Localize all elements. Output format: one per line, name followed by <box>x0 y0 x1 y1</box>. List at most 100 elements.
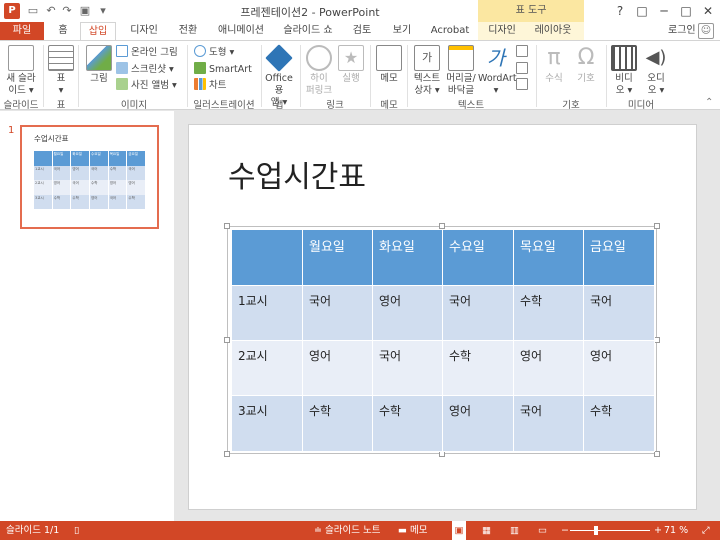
table-header-cell[interactable]: 목요일 <box>513 229 584 286</box>
resize-handle-bottom-left[interactable] <box>224 451 230 457</box>
maximize-button[interactable]: □ <box>678 3 694 19</box>
online-pictures-button[interactable]: 온라인 그림 <box>116 45 178 61</box>
pictures-button[interactable]: 그림 <box>84 45 114 85</box>
tab-home[interactable]: 홈 <box>48 22 78 40</box>
hyperlink-button[interactable]: 하이 퍼링크 <box>304 45 334 97</box>
zoom-in-button[interactable]: + <box>654 521 662 540</box>
table-cell[interactable]: 수학 <box>372 395 443 452</box>
tab-insert[interactable]: 삽입 <box>80 22 116 40</box>
shapes-icon <box>194 45 206 57</box>
slideshow-view-icon[interactable]: ▭ <box>538 521 547 540</box>
textbox-button[interactable]: 가 텍스트 상자 ▾ <box>410 45 444 97</box>
resize-handle-top-left[interactable] <box>224 223 230 229</box>
slide-sorter-icon[interactable]: ▦ <box>482 521 491 540</box>
shapes-button[interactable]: 도형 ▾ <box>194 45 234 61</box>
normal-view-icon[interactable]: ▣ <box>452 521 466 540</box>
chart-icon <box>194 78 206 90</box>
sign-in-link[interactable]: 로그인 <box>668 22 696 40</box>
date-time-button[interactable] <box>516 45 531 61</box>
close-button[interactable]: ✕ <box>700 3 716 19</box>
notes-button[interactable]: ≐ 슬라이드 노트 <box>314 521 380 540</box>
chart-button[interactable]: 차트 <box>194 78 226 94</box>
table-header-cell[interactable]: 월요일 <box>302 229 373 286</box>
table-cell[interactable]: 수학 <box>302 395 373 452</box>
table-cell[interactable]: 2교시 <box>231 340 303 396</box>
zoom-slider-track[interactable] <box>570 530 650 531</box>
equation-button[interactable]: π 수식 <box>540 45 568 85</box>
wordart-button[interactable]: 가 WordArt ▾ <box>478 45 517 97</box>
undo-icon[interactable]: ↶ <box>44 4 58 18</box>
table-header-cell[interactable]: 화요일 <box>372 229 443 286</box>
start-from-beginning-icon[interactable]: ▣ <box>78 4 92 18</box>
table-cell[interactable]: 영어 <box>302 340 373 396</box>
slide-number-icon <box>516 62 528 74</box>
tab-table-layout[interactable]: 레이아웃 <box>526 22 580 40</box>
fit-slide-icon[interactable]: ⤢ <box>702 521 710 540</box>
customize-toolbar-icon[interactable]: ▾ <box>96 4 110 18</box>
tab-design[interactable]: 디자인 <box>120 22 168 40</box>
table-cell[interactable]: 영어 <box>583 340 655 396</box>
table-cell[interactable]: 국어 <box>513 395 584 452</box>
table-cell[interactable]: 수학 <box>513 285 584 341</box>
slide-number-button[interactable] <box>516 62 531 78</box>
screenshot-button[interactable]: 스크린샷 ▾ <box>116 62 174 78</box>
table-header-cell[interactable]: 금요일 <box>583 229 655 286</box>
table-header-cell[interactable] <box>231 229 303 286</box>
table-cell[interactable]: 국어 <box>302 285 373 341</box>
new-slide-button[interactable]: 새 슬라 이드 ▾ <box>2 45 40 97</box>
smartart-button[interactable]: SmartArt <box>194 62 252 78</box>
table-icon <box>48 45 74 71</box>
table-cell[interactable]: 국어 <box>583 285 655 341</box>
table-cell[interactable]: 국어 <box>372 340 443 396</box>
ribbon-display-options-icon[interactable]: □ <box>634 3 650 19</box>
tab-file[interactable]: 파일 <box>0 22 44 40</box>
table-cell[interactable]: 영어 <box>372 285 443 341</box>
group-label-media: 미디어 <box>627 100 655 111</box>
collapse-ribbon-icon[interactable]: ⌃ <box>705 97 713 108</box>
resize-handle-left[interactable] <box>224 337 230 343</box>
comment-bubble-icon: ▬ <box>398 525 410 536</box>
insert-table-button[interactable]: 표 ▾ <box>46 45 76 97</box>
tab-acrobat[interactable]: Acrobat <box>424 22 476 40</box>
slide-title[interactable]: 수업시간표 <box>228 152 366 196</box>
table-header-cell[interactable]: 수요일 <box>442 229 514 286</box>
table-cell[interactable]: 3교시 <box>231 395 303 452</box>
minimize-button[interactable]: ─ <box>656 3 672 19</box>
tab-animations[interactable]: 애니메이션 <box>208 22 274 40</box>
table-cell[interactable]: 1교시 <box>231 285 303 341</box>
zoom-slider-thumb[interactable] <box>594 526 598 535</box>
header-footer-button[interactable]: 머리글/ 바닥글 <box>444 45 478 97</box>
table-cell[interactable]: 영어 <box>513 340 584 396</box>
photo-album-button[interactable]: 사진 앨범 ▾ <box>116 78 177 94</box>
table-cell[interactable]: 수학 <box>442 340 514 396</box>
spellcheck-icon[interactable]: ▯ <box>74 521 79 540</box>
object-button[interactable] <box>516 78 531 94</box>
save-icon[interactable]: ▭ <box>26 4 40 18</box>
slide-thumbnail[interactable]: 수업시간표 월요일 화요일 수요일 목요일 금요일 1교시 국어 영어 국어 수학 국어 2교시 영… <box>20 125 159 229</box>
tab-view[interactable]: 보기 <box>384 22 420 40</box>
comments-button[interactable]: ▬ 메모 <box>398 521 427 540</box>
group-label-apps: 앱 <box>274 100 284 111</box>
schedule-table[interactable]: 월요일 화요일 수요일 목요일 금요일 1교시 국어 영어 국어 수학 국어 2… <box>231 229 655 452</box>
table-cell[interactable]: 영어 <box>442 395 514 452</box>
tab-slideshow[interactable]: 슬라이드 쇼 <box>276 22 340 40</box>
symbol-button[interactable]: Ω 기호 <box>572 45 600 85</box>
tab-review[interactable]: 검토 <box>342 22 382 40</box>
date-time-icon <box>516 45 528 57</box>
table-cell[interactable]: 국어 <box>442 285 514 341</box>
table-cell[interactable]: 수학 <box>583 395 655 452</box>
zoom-out-button[interactable]: − <box>561 521 569 540</box>
smartart-icon <box>194 62 206 74</box>
help-button[interactable]: ? <box>612 3 628 19</box>
office-store-icon <box>265 44 293 72</box>
action-button[interactable]: ★ 실행 <box>336 45 366 85</box>
reading-view-icon[interactable]: ▥ <box>510 521 519 540</box>
tab-table-design[interactable]: 디자인 <box>480 22 524 40</box>
redo-icon[interactable]: ↷ <box>60 4 74 18</box>
new-comment-button[interactable]: 메모 <box>374 45 404 85</box>
tab-transitions[interactable]: 전환 <box>168 22 208 40</box>
audio-button[interactable]: ◀) 오디 오 ▾ <box>642 45 670 97</box>
video-button[interactable]: 비디 오 ▾ <box>610 45 638 97</box>
user-avatar-icon[interactable]: ☺ <box>698 23 714 39</box>
zoom-level[interactable]: 71 % <box>664 521 688 540</box>
